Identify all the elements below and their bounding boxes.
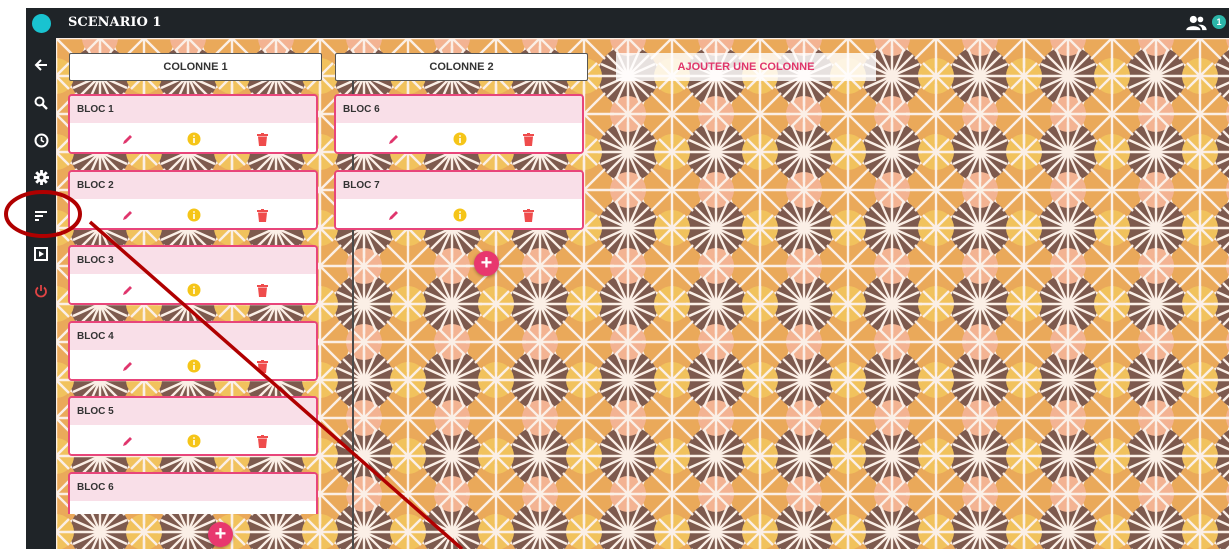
clock-icon[interactable] [31,130,51,150]
block-title: BLOC 6 [336,96,582,123]
block-card[interactable]: BLOC 6 [68,472,318,514]
block-title: BLOC 3 [70,247,316,274]
app-window: SCENARIO 1 1 COLONNE 1 COLONNE 2 AJOUTER… [26,8,1229,549]
power-icon[interactable] [31,281,51,301]
play-box-icon[interactable] [31,244,51,264]
info-icon[interactable] [185,281,203,299]
gear-icon[interactable] [31,167,51,187]
add-column-button[interactable]: AJOUTER UNE COLONNE [616,53,876,81]
block-card[interactable]: BLOC 2 [68,170,318,230]
block-actions [70,501,316,514]
block-title: BLOC 1 [70,96,316,123]
user-count-badge: 1 [1212,15,1226,29]
column-header-1[interactable]: COLONNE 1 [69,53,322,81]
add-block-button-column-1[interactable]: + [208,522,233,547]
block-actions [70,123,316,152]
users-icon[interactable] [1185,15,1207,31]
back-arrow-icon[interactable] [31,55,51,75]
delete-trash-icon[interactable] [253,432,271,450]
scenario-title: SCENARIO 1 [68,15,162,30]
block-title: BLOC 6 [70,474,316,501]
sort-lines-icon[interactable] [31,206,51,226]
block-title: BLOC 5 [70,398,316,425]
delete-trash-icon[interactable] [519,130,537,148]
block-title: BLOC 7 [336,172,582,199]
edit-pencil-icon[interactable] [118,130,136,148]
search-icon[interactable] [31,93,51,113]
edit-pencil-icon[interactable] [384,130,402,148]
sidebar [26,38,56,549]
block-actions [70,274,316,303]
info-icon[interactable] [185,130,203,148]
delete-trash-icon[interactable] [253,130,271,148]
add-block-button-column-2[interactable]: + [474,251,499,276]
edit-pencil-icon[interactable] [118,357,136,375]
block-actions [70,350,316,379]
block-card[interactable]: BLOC 4 [68,321,318,381]
delete-trash-icon[interactable] [253,357,271,375]
block-card[interactable]: BLOC 3 [68,245,318,305]
info-icon[interactable] [185,357,203,375]
info-icon[interactable] [451,206,469,224]
column-header-2[interactable]: COLONNE 2 [335,53,588,81]
block-actions [70,199,316,228]
edit-pencil-icon[interactable] [384,206,402,224]
block-actions [336,123,582,152]
edit-pencil-icon[interactable] [118,432,136,450]
edit-pencil-icon[interactable] [118,281,136,299]
edit-pencil-icon[interactable] [118,206,136,224]
block-card[interactable]: BLOC 1 [68,94,318,154]
delete-trash-icon[interactable] [519,206,537,224]
app-logo[interactable] [32,14,51,33]
block-card[interactable]: BLOC 7 [334,170,584,230]
block-actions [336,199,582,228]
info-icon[interactable] [185,206,203,224]
info-icon[interactable] [185,432,203,450]
delete-trash-icon[interactable] [253,281,271,299]
board-canvas: COLONNE 1 COLONNE 2 AJOUTER UNE COLONNE … [56,38,1229,549]
block-title: BLOC 2 [70,172,316,199]
info-icon[interactable] [451,130,469,148]
block-card[interactable]: BLOC 5 [68,396,318,456]
delete-trash-icon[interactable] [253,206,271,224]
block-actions [70,425,316,454]
block-card[interactable]: BLOC 6 [334,94,584,154]
top-bar: SCENARIO 1 1 [26,8,1229,38]
block-title: BLOC 4 [70,323,316,350]
